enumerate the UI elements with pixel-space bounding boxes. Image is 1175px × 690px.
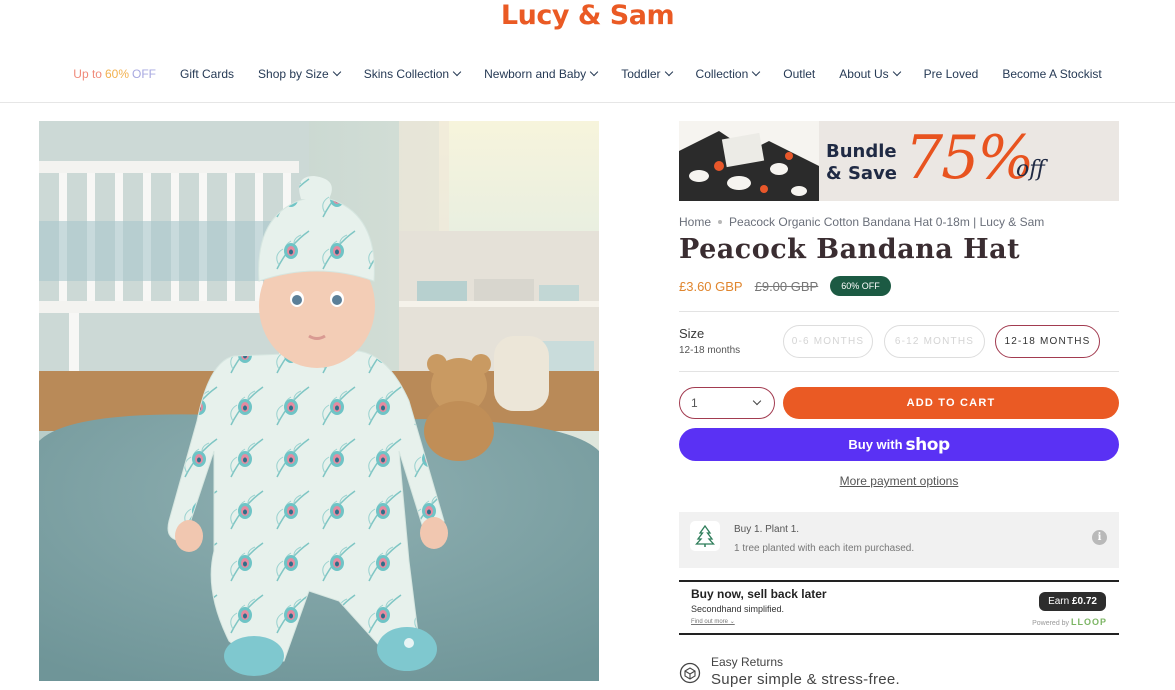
loop-find-out-text: Find out more bbox=[691, 619, 729, 625]
info-icon[interactable]: i bbox=[1092, 530, 1107, 545]
nav-label: Skins Collection bbox=[363, 67, 450, 81]
nav-item-sale[interactable]: Up to 60% OFF bbox=[61, 67, 168, 81]
chevron-down-icon bbox=[664, 67, 673, 77]
breadcrumb-current: Peacock Organic Cotton Bandana Hat 0-18m… bbox=[729, 215, 1045, 229]
breadcrumb-separator bbox=[718, 220, 723, 224]
banner-line-2: & Save bbox=[826, 163, 898, 184]
breadcrumb: Home Peacock Organic Cotton Bandana Hat … bbox=[679, 215, 1044, 229]
banner-percent: 75% bbox=[905, 123, 1034, 193]
nav-item-toddler[interactable]: Toddler bbox=[609, 67, 683, 81]
nav-label: Pre Loved bbox=[923, 67, 979, 81]
divider bbox=[679, 371, 1119, 372]
more-payment-options-link[interactable]: More payment options bbox=[679, 474, 1119, 488]
loop-earn-badge[interactable]: Earn £0.72 bbox=[1039, 592, 1106, 611]
shop-pay-prefix: Buy with bbox=[848, 437, 903, 452]
size-option-0-6-months[interactable]: 0-6 MONTHS bbox=[783, 325, 873, 358]
tree-planting-notice: Buy 1. Plant 1. 1 tree planted with each… bbox=[679, 512, 1119, 568]
nav-label: Shop by Size bbox=[258, 67, 329, 81]
nav-item-outlet[interactable]: Outlet bbox=[771, 67, 827, 81]
size-label: Size bbox=[679, 326, 705, 341]
sale-price: £3.60 GBP bbox=[679, 278, 743, 294]
returns-title: Easy Returns bbox=[711, 655, 784, 669]
nav-label: Outlet bbox=[783, 67, 816, 81]
quantity-select[interactable]: 1 bbox=[679, 387, 775, 419]
chevron-down-icon bbox=[452, 67, 462, 77]
nav-label: Newborn and Baby bbox=[484, 67, 587, 81]
size-option-6-12-months[interactable]: 6-12 MONTHS bbox=[884, 325, 985, 358]
loop-heading: Buy now, sell back later bbox=[691, 587, 827, 601]
original-price: £9.00 GBP bbox=[754, 278, 819, 294]
add-to-cart-button[interactable]: ADD TO CART bbox=[783, 387, 1119, 419]
header-divider bbox=[0, 102, 1175, 103]
nav-item-collection[interactable]: Collection bbox=[684, 67, 772, 81]
product-image[interactable] bbox=[39, 121, 599, 681]
earn-prefix: Earn bbox=[1048, 596, 1070, 607]
nav-item-newborn-and-baby[interactable]: Newborn and Baby bbox=[472, 67, 609, 81]
nav-sale-part-3: OFF bbox=[132, 67, 156, 81]
main-nav: Up to 60% OFF Gift Cards Shop by Size Sk… bbox=[0, 67, 1175, 81]
returns-subtitle: Super simple & stress-free. bbox=[711, 671, 900, 688]
earn-amount: £0.72 bbox=[1071, 596, 1097, 607]
nav-sale-part-2: 60% bbox=[104, 67, 129, 81]
nav-item-shop-by-size[interactable]: Shop by Size bbox=[246, 67, 352, 81]
chevron-down-icon bbox=[752, 67, 761, 77]
returns-icon bbox=[679, 662, 701, 684]
price-row: £3.60 GBP £9.00 GBP 60% OFF bbox=[679, 276, 891, 296]
banner-product-image bbox=[679, 121, 819, 201]
nav-item-about-us[interactable]: About Us bbox=[827, 67, 911, 81]
tree-icon bbox=[690, 521, 720, 551]
buy-with-shop-button[interactable]: Buy with shop bbox=[679, 428, 1119, 461]
bundle-save-banner[interactable]: Bundle & Save 75% off bbox=[679, 121, 1119, 201]
powered-by-label: Powered by bbox=[1032, 620, 1070, 627]
tree-offer-title: Buy 1. Plant 1. bbox=[734, 524, 800, 535]
thumbnail-strip[interactable] bbox=[107, 686, 217, 690]
loop-subheading: Secondhand simplified. bbox=[691, 604, 785, 614]
banner-bundle-text: Bundle & Save bbox=[826, 141, 897, 185]
breadcrumb-home[interactable]: Home bbox=[679, 215, 711, 229]
chevron-down-icon bbox=[332, 67, 341, 77]
loop-powered-by: Powered by LLOOP bbox=[1032, 617, 1107, 627]
banner-off: off bbox=[1016, 157, 1045, 182]
size-option-12-18-months[interactable]: 12-18 MONTHS bbox=[995, 325, 1100, 358]
loop-find-out-link[interactable]: Find out more ⌄ bbox=[691, 618, 735, 625]
chevron-down-icon bbox=[589, 67, 599, 77]
loop-brand-logo: LLOOP bbox=[1071, 617, 1107, 627]
nav-label: Collection bbox=[695, 67, 749, 81]
size-selected-value: 12-18 months bbox=[679, 345, 741, 356]
brand-logo[interactable]: Lucy & Sam bbox=[0, 0, 1175, 32]
nav-label: Become A Stockist bbox=[1002, 67, 1102, 81]
banner-line-1: Bundle bbox=[826, 141, 897, 162]
nav-sale-part-1: Up to bbox=[73, 67, 102, 81]
loop-resale-widget: Buy now, sell back later Secondhand simp… bbox=[679, 580, 1119, 635]
nav-label: Toddler bbox=[621, 67, 661, 81]
product-title: Peacock Bandana Hat bbox=[679, 234, 1021, 265]
nav-label: About Us bbox=[839, 67, 889, 81]
baby-photo-illustration bbox=[39, 121, 599, 681]
discount-badge: 60% OFF bbox=[830, 276, 891, 296]
nav-item-become-a-stockist[interactable]: Become A Stockist bbox=[990, 67, 1113, 81]
nav-label: Gift Cards bbox=[180, 67, 235, 81]
nav-item-pre-loved[interactable]: Pre Loved bbox=[912, 67, 991, 81]
nav-item-gift-cards[interactable]: Gift Cards bbox=[168, 67, 246, 81]
divider bbox=[679, 311, 1119, 312]
shop-pay-logo: shop bbox=[905, 434, 951, 455]
quantity-value: 1 bbox=[691, 396, 698, 410]
chevron-down-icon bbox=[752, 396, 762, 406]
tree-offer-subtitle: 1 tree planted with each item purchased. bbox=[734, 543, 915, 554]
nav-item-skins-collection[interactable]: Skins Collection bbox=[352, 67, 472, 81]
chevron-down-icon bbox=[892, 67, 901, 77]
